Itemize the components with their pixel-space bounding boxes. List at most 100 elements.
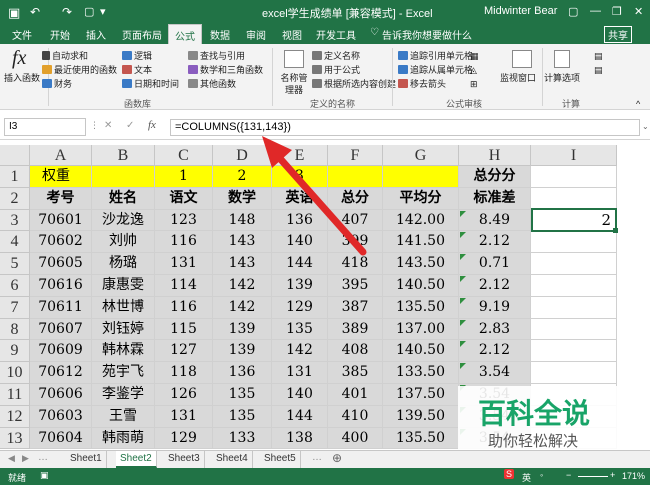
row-header-2[interactable]: 2 [0,187,30,210]
cell-h3[interactable]: 8.49 [459,209,531,232]
tab-page-layout[interactable]: 页面布局 [122,27,162,42]
row-header-12[interactable]: 12 [0,405,30,428]
selected-cell-i3[interactable]: 2 [531,208,617,232]
cell-e10[interactable]: 131 [272,362,328,384]
prev-sheet-icon[interactable]: ◀ [8,453,15,464]
trace-dependents-button[interactable]: 追踪从属单元格 [398,64,473,76]
cell-h8[interactable]: 2.83 [459,318,531,341]
cell-d3[interactable]: 148 [213,209,272,232]
tab-file[interactable]: 文件 [12,27,32,42]
user-name[interactable]: Midwinter Bear [484,5,557,17]
save-icon[interactable]: ▣ [8,5,20,21]
cell-g13[interactable]: 135.50 [383,427,459,450]
close-button[interactable]: ✕ [634,5,643,18]
name-manager-icon[interactable] [284,50,304,68]
text-button[interactable]: 文本 [122,64,152,76]
cell-i10[interactable] [531,362,617,384]
cancel-icon[interactable]: ✕ [104,120,112,131]
row-header-1[interactable]: 1 [0,166,30,188]
sheet-tab-2[interactable]: Sheet2 [116,451,157,468]
cell-c7[interactable]: 116 [155,296,213,319]
cell-g11[interactable]: 137.50 [383,384,459,406]
cell-b13[interactable]: 韩雨萌 [92,427,155,450]
cell-c11[interactable]: 126 [155,384,213,406]
more-functions-button[interactable]: 其他函数 [188,78,236,90]
header-cell-g2[interactable]: 平均分 [383,187,459,210]
column-header-d[interactable]: D [213,145,272,166]
cell-a9[interactable]: 70609 [30,340,92,363]
ime-icon[interactable]: S [504,469,515,479]
cell-f4[interactable]: 399 [328,231,383,254]
cell-d11[interactable]: 135 [213,384,272,406]
cell-g10[interactable]: 133.50 [383,362,459,384]
cell-a6[interactable]: 70616 [30,275,92,297]
cell-d7[interactable]: 142 [213,296,272,319]
cell-h5[interactable]: 0.71 [459,253,531,275]
cell-h1[interactable]: 总分分 [459,166,531,188]
macro-record-icon[interactable]: ▣ [40,470,49,481]
cell-a7[interactable]: 70611 [30,296,92,319]
cell-a1[interactable]: 权重 [30,166,92,188]
evaluate-icon[interactable]: ⊞ [470,78,478,90]
column-header-h[interactable]: H [459,145,531,166]
cell-d8[interactable]: 139 [213,318,272,341]
row-header-13[interactable]: 13 [0,427,30,450]
column-header-f[interactable]: F [328,145,383,166]
cell-f9[interactable]: 408 [328,340,383,363]
cell-c4[interactable]: 116 [155,231,213,254]
cell-f13[interactable]: 400 [328,427,383,450]
sheet-tab-1[interactable]: Sheet1 [66,451,107,468]
cell-d4[interactable]: 143 [213,231,272,254]
cell-c3[interactable]: 123 [155,209,213,232]
cell-f7[interactable]: 387 [328,296,383,319]
cell-e5[interactable]: 144 [272,253,328,275]
cell-b1[interactable] [92,166,155,188]
cell-i1[interactable] [531,166,617,188]
cell-c10[interactable]: 118 [155,362,213,384]
cell-c5[interactable]: 131 [155,253,213,275]
share-button[interactable]: 共享 [604,26,632,43]
cell-c9[interactable]: 127 [155,340,213,363]
column-header-g[interactable]: G [383,145,459,166]
row-header-5[interactable]: 5 [0,253,30,275]
show-formulas-icon[interactable]: ▦ [470,50,479,62]
row-header-6[interactable]: 6 [0,275,30,297]
cell-c8[interactable]: 115 [155,318,213,341]
zoom-level[interactable]: 171% [622,471,645,481]
cell-c6[interactable]: 114 [155,275,213,297]
cell-a11[interactable]: 70606 [30,384,92,406]
define-name-button[interactable]: 定义名称 [312,50,360,62]
cell-e3[interactable]: 136 [272,209,328,232]
tell-me-box[interactable]: 告诉我你想要做什么 [382,27,472,42]
minimize-button[interactable]: — [590,5,601,17]
sheet-tab-3[interactable]: Sheet3 [164,451,205,468]
column-header-e[interactable]: E [272,145,328,166]
row-header-7[interactable]: 7 [0,296,30,319]
cell-g3[interactable]: 142.00 [383,209,459,232]
trace-precedents-button[interactable]: 追踪引用单元格 [398,50,473,62]
ime-lang[interactable]: 英 [522,471,531,484]
cell-b4[interactable]: 刘帅 [92,231,155,254]
cell-a5[interactable]: 70605 [30,253,92,275]
cell-h9[interactable]: 2.12 [459,340,531,363]
logical-button[interactable]: 逻辑 [122,50,152,62]
cell-f6[interactable]: 395 [328,275,383,297]
create-from-selection-button[interactable]: 根据所选内容创建 [312,78,396,90]
cell-i6[interactable] [531,275,617,297]
cell-a12[interactable]: 70603 [30,405,92,428]
cell-i5[interactable] [531,253,617,275]
cell-e7[interactable]: 129 [272,296,328,319]
cell-a8[interactable]: 70607 [30,318,92,341]
insert-function-button[interactable]: 插入函数 [4,72,40,84]
cell-i8[interactable] [531,318,617,341]
cell-i2[interactable] [531,187,617,210]
formula-input[interactable]: =COLUMNS({131,143}) [170,119,640,136]
lookup-button[interactable]: 查找与引用 [188,50,245,62]
sheet-tab-5[interactable]: Sheet5 [260,451,301,468]
name-manager-button[interactable]: 名称管理器 [280,72,308,96]
cell-b7[interactable]: 林世博 [92,296,155,319]
name-box[interactable]: I3 [4,118,86,136]
cell-f5[interactable]: 418 [328,253,383,275]
cell-b3[interactable]: 沙龙逸 [92,209,155,232]
row-header-4[interactable]: 4 [0,231,30,254]
